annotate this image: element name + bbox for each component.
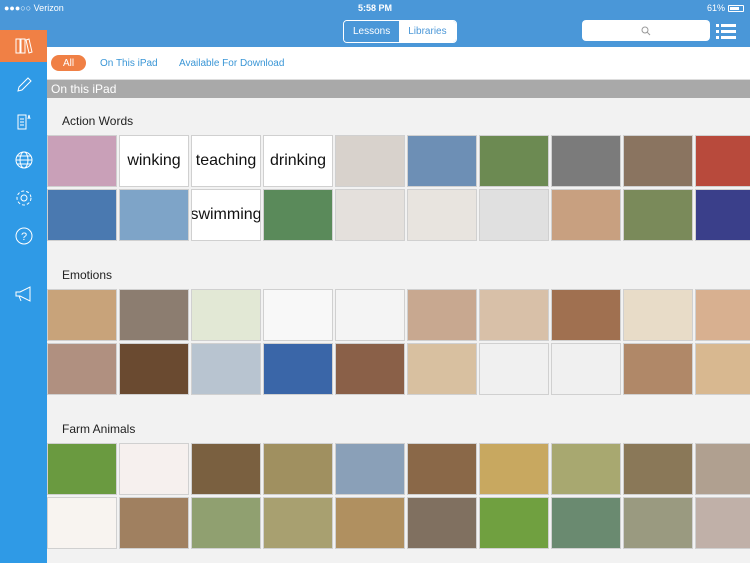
picture-card[interactable] [695,497,750,549]
clock: 5:58 PM [357,3,392,13]
pencil-icon [16,77,32,92]
gear-icon [16,190,31,206]
picture-card[interactable] [47,497,117,549]
picture-card[interactable] [407,443,477,495]
word-card[interactable]: swimming [191,189,261,241]
picture-card[interactable] [551,189,621,241]
picture-card[interactable] [263,289,333,341]
status-bar: ●●●○○ Verizon 5:58 PM 61% [0,0,750,16]
sidebar-item-web[interactable] [0,144,47,176]
group-title: Action Words [62,114,134,128]
document-icon [17,114,30,130]
filter-bar: All On This iPad Available For Download [47,47,750,80]
picture-card[interactable] [191,289,261,341]
picture-card[interactable] [191,443,261,495]
picture-card[interactable] [191,343,261,395]
filter-on-ipad[interactable]: On This iPad [94,55,164,71]
sidebar-item-documents[interactable] [0,106,47,138]
picture-card[interactable] [407,343,477,395]
picture-card[interactable] [47,135,117,187]
word-card[interactable]: teaching [191,135,261,187]
picture-card[interactable] [47,343,117,395]
battery-percent: 61% [706,3,725,13]
picture-card[interactable] [695,289,750,341]
picture-card[interactable] [623,497,693,549]
filter-all[interactable]: All [51,55,87,71]
picture-card[interactable] [551,135,621,187]
tab-lessons[interactable]: Lessons [344,21,400,42]
picture-card[interactable] [263,443,333,495]
svg-text:?: ? [20,231,26,243]
sidebar-item-announcements[interactable] [0,278,47,310]
picture-card[interactable] [335,497,405,549]
sidebar-item-libraries[interactable] [0,30,47,62]
battery-indicator: 61% [707,3,744,13]
picture-card[interactable] [335,289,405,341]
lesson-grid [47,443,750,549]
picture-card[interactable] [551,443,621,495]
picture-card[interactable] [407,135,477,187]
section-header: On this iPad [47,80,750,98]
picture-card[interactable] [263,497,333,549]
picture-card[interactable] [479,289,549,341]
picture-card[interactable] [551,497,621,549]
list-menu-icon[interactable] [716,22,736,40]
sidebar: ? [0,30,47,563]
sidebar-item-help[interactable]: ? [0,220,47,252]
picture-card[interactable] [119,443,189,495]
picture-card[interactable] [119,497,189,549]
picture-card[interactable] [407,497,477,549]
picture-card[interactable] [263,189,333,241]
picture-card[interactable] [695,135,750,187]
help-icon: ? [15,227,32,245]
picture-card[interactable] [479,189,549,241]
picture-card[interactable] [479,443,549,495]
picture-card[interactable] [47,443,117,495]
sidebar-item-edit[interactable] [0,69,47,101]
picture-card[interactable] [551,343,621,395]
picture-card[interactable] [479,497,549,549]
tab-libraries[interactable]: Libraries [399,21,456,42]
word-card[interactable]: winking [119,135,189,187]
picture-card[interactable] [335,343,405,395]
picture-card[interactable] [47,189,117,241]
search-icon [641,26,651,35]
picture-card[interactable] [695,443,750,495]
picture-card[interactable] [119,343,189,395]
lesson-grid: winking teaching drinking swimming [47,135,750,241]
group-title: Emotions [62,268,113,282]
picture-card[interactable] [263,343,333,395]
globe-icon [15,151,32,169]
picture-card[interactable] [623,289,693,341]
lesson-grid [47,289,750,395]
picture-card[interactable] [623,443,693,495]
picture-card[interactable] [623,343,693,395]
picture-card[interactable] [119,289,189,341]
picture-card[interactable] [335,443,405,495]
filter-available-download[interactable]: Available For Download [173,55,290,71]
picture-card[interactable] [407,189,477,241]
segmented-control: Lessons Libraries [343,20,457,43]
picture-card[interactable] [623,135,693,187]
group-title: Farm Animals [62,422,136,436]
battery-icon [728,4,744,12]
libraries-icon [15,38,33,54]
sidebar-item-settings[interactable] [0,182,47,214]
navbar: Lessons Libraries [0,16,750,47]
picture-card[interactable] [335,135,405,187]
picture-card[interactable] [119,189,189,241]
megaphone-icon [15,286,30,302]
search-input[interactable] [582,20,710,41]
word-card[interactable]: drinking [263,135,333,187]
picture-card[interactable] [335,189,405,241]
picture-card[interactable] [407,289,477,341]
picture-card[interactable] [623,189,693,241]
picture-card[interactable] [695,189,750,241]
picture-card[interactable] [479,135,549,187]
picture-card[interactable] [551,289,621,341]
picture-card[interactable] [47,289,117,341]
picture-card[interactable] [479,343,549,395]
picture-card[interactable] [191,497,261,549]
picture-card[interactable] [695,343,750,395]
